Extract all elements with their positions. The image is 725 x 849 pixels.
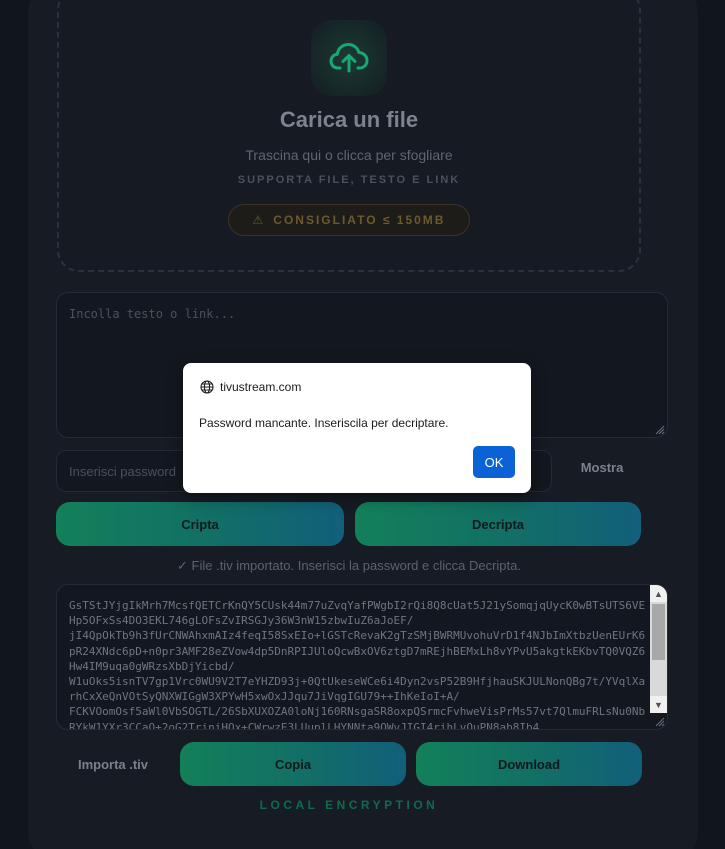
dialog-host: tivustream.com bbox=[220, 380, 302, 394]
dialog-header: tivustream.com bbox=[200, 380, 301, 394]
dialog-message: Password mancante. Inseriscila per decri… bbox=[199, 416, 449, 430]
alert-dialog: tivustream.com Password mancante. Inseri… bbox=[183, 363, 531, 493]
globe-icon bbox=[200, 380, 214, 394]
dialog-ok-button[interactable]: OK bbox=[473, 446, 515, 478]
